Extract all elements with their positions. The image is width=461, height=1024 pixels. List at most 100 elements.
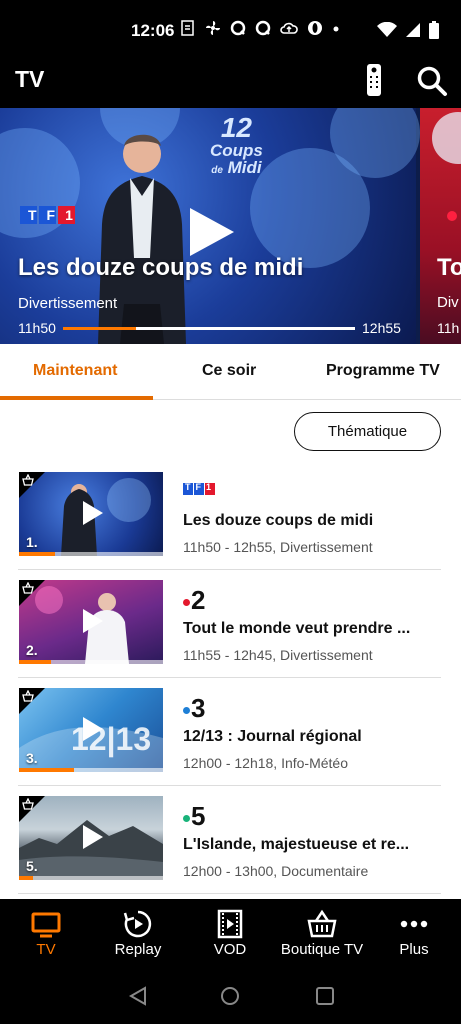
tab-ce-soir[interactable]: Ce soir — [202, 362, 256, 380]
play-icon[interactable] — [79, 500, 105, 526]
more-notifications-dot-icon — [333, 26, 339, 32]
play-icon[interactable] — [79, 824, 105, 850]
program-thumbnail[interactable]: 5. — [19, 796, 163, 880]
program-title: 12/13 : Journal régional — [183, 728, 362, 745]
search-icon[interactable] — [416, 65, 448, 97]
channel-logo-text: 3 — [191, 693, 206, 723]
show-logo-word: Coups — [210, 141, 263, 160]
next-card-genre: Div — [437, 294, 459, 311]
tf1-letters: TF1 — [28, 207, 83, 223]
show-logo-small-word: de — [211, 165, 223, 176]
tab-programme-tv[interactable]: Programme TV — [326, 362, 440, 380]
cloud-upload-icon — [280, 22, 298, 34]
nav-label: Boutique TV — [280, 941, 364, 958]
program-progress-bar — [19, 552, 163, 556]
program-title: Tout le monde veut prendre ... — [183, 620, 411, 637]
signal-icon — [406, 23, 420, 37]
show-logo-line: de Midi — [210, 159, 263, 176]
program-meta: 12h00 - 13h00, Documentaire — [183, 863, 369, 879]
thematique-button[interactable]: Thématique — [294, 412, 441, 451]
hero-carousel[interactable]: 12 Coups de Midi TF1 Les douze coups de … — [0, 108, 461, 344]
nav-vod[interactable]: VOD — [184, 899, 276, 969]
hero-genre: Divertissement — [18, 295, 118, 312]
replay-icon — [123, 910, 152, 938]
next-card-time: 11h — [437, 320, 460, 336]
page-title: TV — [15, 66, 45, 92]
channel-logo-text: TF1 — [185, 482, 217, 492]
hero-start-time: 11h50 — [18, 320, 56, 336]
channel-number: 2. — [26, 642, 38, 658]
basket-icon — [307, 909, 337, 938]
list-item[interactable]: 1. TF1 Les douze coups de midi 11h50 - 1… — [0, 462, 461, 570]
hero-title: Les douze coups de midi — [18, 254, 304, 281]
play-icon[interactable] — [79, 716, 105, 742]
show-logo: 12 Coups de Midi — [210, 112, 263, 177]
app-header: TV — [0, 54, 461, 108]
more-dots-icon — [400, 920, 428, 928]
remote-control-icon[interactable] — [366, 63, 382, 97]
q-app-icon — [230, 20, 246, 36]
next-hero-card[interactable]: To Div 11h — [420, 108, 461, 344]
nav-label: Replay — [114, 941, 162, 958]
wifi-icon — [377, 22, 397, 37]
nav-boutique-tv[interactable]: Boutique TV — [276, 899, 368, 969]
basket-icon — [22, 582, 34, 594]
hero-end-time: 12h55 — [362, 320, 401, 336]
channel-logo-text: 2 — [191, 585, 206, 615]
status-bar: 12:06 — [0, 0, 461, 54]
home-icon[interactable] — [219, 985, 241, 1007]
nav-tv[interactable]: TV — [0, 899, 92, 969]
program-progress-fill — [19, 876, 34, 880]
program-progress-fill — [19, 768, 74, 772]
bottom-navigation: TV Replay VOD Boutique TV Plus — [0, 899, 461, 969]
channel-logo-france5: 5 — [183, 801, 205, 832]
channel-number: 5. — [26, 858, 38, 874]
tv-icon — [31, 912, 61, 938]
nav-plus[interactable]: Plus — [368, 899, 460, 969]
hero-progress-fill — [63, 327, 136, 330]
system-navigation-bar — [0, 969, 461, 1024]
nav-label: Plus — [399, 941, 429, 958]
nav-label: TV — [36, 941, 56, 958]
hero-progress-bar — [63, 327, 355, 330]
channel-logo-text: 5 — [191, 801, 206, 831]
channel-logo-france2: 2 — [183, 585, 205, 616]
nav-replay[interactable]: Replay — [92, 899, 184, 969]
hero-channel-logo: TF1 — [20, 206, 76, 229]
channel-dot-icon — [183, 707, 190, 714]
program-progress-bar — [19, 660, 163, 664]
channel-logo-tf1: TF1 — [183, 482, 215, 500]
film-icon — [217, 909, 243, 939]
channel-dot-icon — [183, 599, 190, 606]
list-item[interactable]: 2. 2 Tout le monde veut prendre ... 11h5… — [0, 570, 461, 678]
program-progress-bar — [19, 876, 163, 880]
basket-icon — [22, 474, 34, 486]
program-thumbnail[interactable]: 1. — [19, 472, 163, 556]
next-card-title: To — [437, 254, 461, 281]
program-title: Les douze coups de midi — [183, 512, 374, 529]
battery-icon — [429, 21, 439, 39]
system-status-icons — [377, 21, 439, 39]
program-progress-fill — [19, 660, 51, 664]
recents-icon[interactable] — [314, 985, 336, 1007]
play-icon[interactable] — [184, 206, 236, 258]
show-logo-number: 12 — [220, 112, 253, 143]
fan-icon — [206, 21, 220, 35]
back-icon[interactable] — [127, 985, 149, 1007]
notification-icons — [180, 20, 340, 36]
program-progress-fill — [19, 552, 55, 556]
program-thumbnail[interactable]: 2. — [19, 580, 163, 664]
tab-maintenant[interactable]: Maintenant — [33, 362, 117, 380]
program-thumbnail[interactable]: 12|13 3. — [19, 688, 163, 772]
list-item[interactable]: 5. 5 L'Islande, majestueuse et re... 12h… — [0, 786, 461, 894]
show-logo-word-2: Midi — [227, 158, 262, 177]
channel-number: 3. — [26, 750, 38, 766]
nav-label: VOD — [213, 941, 247, 958]
channel-number: 1. — [26, 534, 38, 550]
list-item[interactable]: 12|13 3. 3 12/13 : Journal régional 12h0… — [0, 678, 461, 786]
hero-card[interactable]: 12 Coups de Midi TF1 Les douze coups de … — [0, 108, 420, 344]
program-meta: 11h55 - 12h45, Divertissement — [183, 647, 373, 663]
program-progress-bar — [19, 768, 163, 772]
play-icon[interactable] — [79, 608, 105, 634]
opera-icon — [308, 21, 322, 35]
